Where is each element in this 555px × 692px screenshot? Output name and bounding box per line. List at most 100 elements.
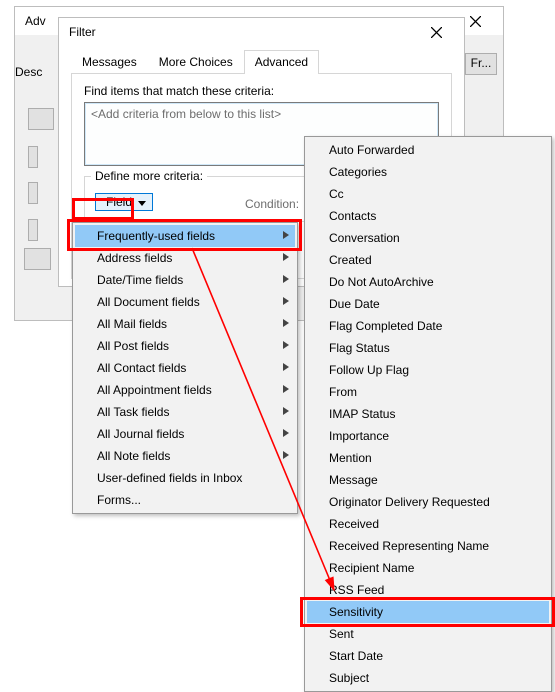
menu-item-label: Date/Time fields [97, 273, 183, 287]
menu-item-label: User-defined fields in Inbox [97, 471, 242, 485]
values-menu-item[interactable]: Originator Delivery Requested [307, 491, 549, 513]
menu-item-label: Contacts [329, 209, 376, 223]
values-menu-item[interactable]: Importance [307, 425, 549, 447]
menu-item-label: All Contact fields [97, 361, 186, 375]
hidden-button[interactable] [28, 182, 38, 204]
menu-item-label: Conversation [329, 231, 400, 245]
hidden-button[interactable] [28, 146, 38, 168]
criteria-placeholder: <Add criteria from below to this list> [91, 107, 281, 121]
values-menu-item[interactable]: Received [307, 513, 549, 535]
chevron-right-icon [283, 341, 289, 351]
menu-item-label: All Mail fields [97, 317, 167, 331]
chevron-right-icon [283, 363, 289, 373]
values-menu-item[interactable]: Start Date [307, 645, 549, 667]
values-menu-item[interactable]: Message [307, 469, 549, 491]
values-menu-item[interactable]: Auto Forwarded [307, 139, 549, 161]
menu-item-label: All Appointment fields [97, 383, 212, 397]
tab-advanced[interactable]: Advanced [244, 50, 319, 74]
values-menu-item[interactable]: Conversation [307, 227, 549, 249]
chevron-right-icon [283, 385, 289, 395]
values-menu-item[interactable]: Received Representing Name [307, 535, 549, 557]
filter-titlebar[interactable]: Filter [59, 18, 464, 46]
values-menu-item[interactable]: Flag Status [307, 337, 549, 359]
values-menu-item[interactable]: Do Not AutoArchive [307, 271, 549, 293]
chevron-right-icon [283, 429, 289, 439]
menu-item-label: Due Date [329, 297, 380, 311]
menu-item-label: Subject [329, 671, 369, 685]
menu-item-label: Flag Status [329, 341, 390, 355]
chevron-right-icon [283, 407, 289, 417]
values-menu-item[interactable]: Cc [307, 183, 549, 205]
menu-item-label: Received Representing Name [329, 539, 489, 553]
menu-item-label: Categories [329, 165, 387, 179]
browse-button[interactable]: Fr... [465, 53, 497, 75]
filter-tabs: Messages More Choices Advanced [71, 50, 452, 74]
fields-menu-item[interactable]: User-defined fields in Inbox [75, 467, 295, 489]
fields-menu: Frequently-used fields Address fields Date… [72, 222, 298, 514]
menu-item-label: Forms... [97, 493, 141, 507]
values-menu-item[interactable]: From [307, 381, 549, 403]
values-menu-item[interactable]: Due Date [307, 293, 549, 315]
values-menu-item[interactable]: RSS Feed [307, 579, 549, 601]
fields-menu-item[interactable]: Forms... [75, 489, 295, 511]
chevron-right-icon [283, 275, 289, 285]
menu-item-label: Sensitivity [329, 605, 383, 619]
field-dropdown[interactable]: Field [95, 193, 153, 211]
chevron-right-icon [283, 297, 289, 307]
values-menu-item[interactable]: Follow Up Flag [307, 359, 549, 381]
menu-item-label: Importance [329, 429, 389, 443]
values-submenu: Auto Forwarded Categories Cc Contacts Conver… [304, 136, 552, 692]
tab-messages[interactable]: Messages [71, 50, 148, 74]
fields-menu-item[interactable]: All Document fields [75, 291, 295, 313]
tab-more-choices[interactable]: More Choices [148, 50, 244, 74]
values-menu-item[interactable]: Flag Completed Date [307, 315, 549, 337]
menu-item-label: Follow Up Flag [329, 363, 409, 377]
values-menu-item[interactable]: Mention [307, 447, 549, 469]
group-title: Define more criteria: [91, 169, 207, 183]
menu-item-label: Mention [329, 451, 372, 465]
values-menu-item[interactable]: Sensitivity [307, 601, 549, 623]
values-menu-item[interactable]: Recipient Name [307, 557, 549, 579]
values-menu-item[interactable]: Categories [307, 161, 549, 183]
menu-item-label: Sent [329, 627, 354, 641]
chevron-right-icon [283, 253, 289, 263]
chevron-right-icon [283, 451, 289, 461]
hidden-button[interactable] [24, 248, 51, 270]
menu-item-label: Originator Delivery Requested [329, 495, 490, 509]
fields-menu-item[interactable]: Address fields [75, 247, 295, 269]
menu-item-label: All Journal fields [97, 427, 184, 441]
condition-label: Condition: [245, 197, 299, 211]
menu-item-label: Address fields [97, 251, 172, 265]
chevron-right-icon [283, 319, 289, 329]
fields-menu-item[interactable]: Date/Time fields [75, 269, 295, 291]
fields-menu-item[interactable]: All Note fields [75, 445, 295, 467]
menu-item-label: All Post fields [97, 339, 169, 353]
values-menu-item[interactable]: Subject [307, 667, 549, 689]
fields-menu-item[interactable]: All Contact fields [75, 357, 295, 379]
menu-item-label: RSS Feed [329, 583, 384, 597]
menu-item-label: Do Not AutoArchive [329, 275, 434, 289]
values-menu-item[interactable]: Sent [307, 623, 549, 645]
criteria-label: Find items that match these criteria: [84, 84, 439, 98]
hidden-button[interactable] [28, 219, 38, 241]
menu-item-label: All Document fields [97, 295, 200, 309]
filter-title: Filter [69, 25, 416, 39]
menu-item-label: Received [329, 517, 379, 531]
menu-item-label: All Note fields [97, 449, 170, 463]
menu-item-label: Auto Forwarded [329, 143, 414, 157]
hidden-button[interactable] [28, 108, 54, 130]
menu-item-label: IMAP Status [329, 407, 395, 421]
fields-menu-item[interactable]: All Task fields [75, 401, 295, 423]
description-label: Desc [15, 65, 42, 79]
values-menu-item[interactable]: IMAP Status [307, 403, 549, 425]
fields-menu-item[interactable]: All Appointment fields [75, 379, 295, 401]
fields-menu-item[interactable]: Frequently-used fields [75, 225, 295, 247]
menu-item-label: Created [329, 253, 372, 267]
values-menu-item[interactable]: Created [307, 249, 549, 271]
menu-item-label: Flag Completed Date [329, 319, 442, 333]
fields-menu-item[interactable]: All Mail fields [75, 313, 295, 335]
close-icon[interactable] [416, 18, 456, 46]
fields-menu-item[interactable]: All Post fields [75, 335, 295, 357]
values-menu-item[interactable]: Contacts [307, 205, 549, 227]
fields-menu-item[interactable]: All Journal fields [75, 423, 295, 445]
